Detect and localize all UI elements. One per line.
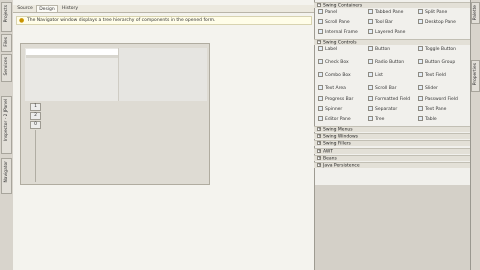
expand-icon[interactable]: +	[317, 156, 321, 160]
palette-category-swing-menus[interactable]: + Swing Menus	[314, 126, 470, 133]
palette-category-awt[interactable]: + AWT	[314, 148, 470, 155]
palette-item[interactable]: Text Area	[318, 85, 346, 93]
separator-icon	[368, 106, 373, 111]
lightbulb-icon: ●	[19, 17, 25, 24]
palette-item[interactable]: Panel	[318, 9, 337, 17]
palette-category-swing-containers[interactable]: − Swing Containers	[314, 2, 470, 9]
password-field-icon	[418, 96, 423, 101]
table-icon	[418, 116, 423, 121]
palette-category-swing-windows[interactable]: + Swing Windows	[314, 133, 470, 140]
layout-cell[interactable]	[118, 48, 207, 101]
tab-files[interactable]: Files	[1, 34, 12, 52]
tab-source[interactable]: Source	[15, 5, 35, 12]
editor-pane-icon	[318, 116, 323, 121]
palette-item[interactable]: Tabbed Pane	[368, 9, 403, 17]
editor-view-tabs: Source Design History	[13, 5, 314, 13]
hint-text: The Navigator window displays a tree hie…	[27, 18, 216, 23]
palette-item[interactable]: Radio Button	[368, 59, 404, 67]
hint-bar: ● The Navigator window displays a tree h…	[16, 16, 312, 25]
palette-item[interactable]: List	[368, 72, 383, 80]
button-icon	[368, 46, 373, 51]
tab-history[interactable]: History	[59, 5, 81, 12]
combo-box-icon	[318, 72, 323, 77]
formatted-field-icon	[368, 96, 373, 101]
tab-projects[interactable]: Projects	[1, 2, 12, 32]
spinner-icon	[318, 106, 323, 111]
tab-services[interactable]: Services	[1, 54, 12, 82]
radio-button-icon	[368, 59, 373, 64]
collapse-icon[interactable]: −	[317, 3, 321, 7]
right-dock	[470, 0, 480, 270]
palette-item[interactable]: Text Field	[418, 72, 446, 80]
scroll-pane-icon	[318, 19, 323, 24]
tree-icon	[368, 116, 373, 121]
slider-icon	[418, 85, 423, 90]
collapse-icon[interactable]: −	[317, 40, 321, 44]
palette-item[interactable]: Spinner	[318, 106, 342, 114]
palette-item[interactable]: Scroll Pane	[318, 19, 350, 27]
expand-icon[interactable]: +	[317, 163, 321, 167]
text-pane-icon	[418, 106, 423, 111]
tool-bar-icon	[368, 19, 373, 24]
palette-item[interactable]: Scroll Bar	[368, 85, 396, 93]
label-icon	[318, 46, 323, 51]
tab-properties[interactable]: Properties	[471, 60, 480, 92]
layered-pane-icon	[368, 29, 373, 34]
desktop-pane-icon	[418, 19, 423, 24]
row-handle-2[interactable]: 2	[30, 112, 41, 120]
component-placeholder-shadow	[26, 55, 118, 58]
list-icon	[368, 72, 373, 77]
tab-inspector[interactable]: Inspector - 2 JPanel	[1, 96, 12, 154]
palette-item[interactable]: Text Pane	[418, 106, 446, 114]
palette-item[interactable]: Toggle Button	[418, 46, 456, 54]
palette-item[interactable]: Separator	[368, 106, 397, 114]
palette-item[interactable]: Tree	[368, 116, 384, 124]
palette-item[interactable]: Button	[368, 46, 390, 54]
button-group-icon	[418, 59, 423, 64]
tab-design[interactable]: Design	[36, 5, 58, 12]
palette-item[interactable]: Check Box	[318, 59, 349, 67]
tab-palette[interactable]: Palette	[471, 2, 480, 24]
palette-item[interactable]: Editor Pane	[318, 116, 351, 124]
expand-icon[interactable]: +	[317, 149, 321, 153]
text-area-icon	[318, 85, 323, 90]
palette-item[interactable]: Label	[318, 46, 337, 54]
progress-bar-icon	[318, 96, 323, 101]
panel-icon	[318, 9, 323, 14]
palette-item[interactable]: Tool Bar	[368, 19, 393, 27]
expand-icon[interactable]: +	[317, 127, 321, 131]
tab-navigator[interactable]: Navigator	[1, 158, 12, 194]
palette-item[interactable]: Formatted Field	[368, 96, 410, 104]
palette-item[interactable]: Layered Pane	[368, 29, 405, 37]
toggle-button-icon	[418, 46, 423, 51]
palette-item[interactable]: Button Group	[418, 59, 455, 67]
palette-item[interactable]: Desktop Pane	[418, 19, 456, 27]
check-box-icon	[318, 59, 323, 64]
scroll-bar-icon	[368, 85, 373, 90]
palette-category-java-persistence[interactable]: + Java Persistence	[314, 162, 470, 169]
palette-category-swing-fillers[interactable]: + Swing Fillers	[314, 140, 470, 147]
row-handle-1[interactable]: 1	[30, 103, 41, 111]
text-field-icon	[418, 72, 423, 77]
split-pane-icon	[418, 9, 423, 14]
palette-empty-area	[315, 185, 470, 270]
palette-item[interactable]: Internal Frame	[318, 29, 358, 37]
row-handle-3[interactable]: 0	[30, 121, 41, 129]
palette-category-beans[interactable]: + Beans	[314, 155, 470, 162]
internal-frame-icon	[318, 29, 323, 34]
palette-item[interactable]: Progress Bar	[318, 96, 353, 104]
palette-item[interactable]: Combo Box	[318, 72, 351, 80]
palette-item[interactable]: Split Pane	[418, 9, 447, 17]
tabbed-pane-icon	[368, 9, 373, 14]
palette-item[interactable]: Password Field	[418, 96, 458, 104]
palette-item[interactable]: Slider	[418, 85, 438, 93]
layout-guide-line	[35, 130, 36, 182]
expand-icon[interactable]: +	[317, 134, 321, 138]
palette-item[interactable]: Table	[418, 116, 437, 124]
palette-category-swing-controls[interactable]: − Swing Controls	[314, 39, 470, 46]
expand-icon[interactable]: +	[317, 141, 321, 145]
